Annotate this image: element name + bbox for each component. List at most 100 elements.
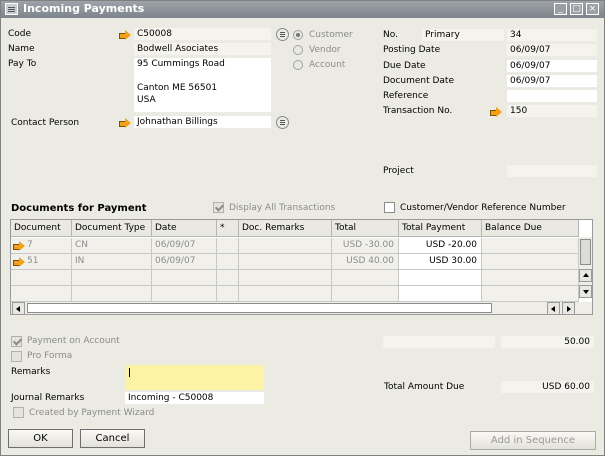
- window-title: Incoming Payments: [23, 2, 145, 15]
- pay-to-line-2: [137, 70, 271, 82]
- title-bar[interactable]: Incoming Payments _ □ ×: [1, 1, 604, 18]
- incoming-payments-window: Incoming Payments _ □ × Code C50008 Name…: [0, 0, 605, 456]
- row-payment-cell[interactable]: USD 30.00: [399, 254, 482, 269]
- scroll-down-icon[interactable]: [579, 285, 592, 298]
- reference-number-checkbox[interactable]: [384, 202, 395, 213]
- contact-person-label: Contact Person: [11, 118, 80, 128]
- due-date-field[interactable]: 06/09/07: [507, 60, 597, 72]
- col-star[interactable]: *: [217, 220, 239, 237]
- row-type-cell: CN: [72, 238, 152, 253]
- documents-section-title: Documents for Payment: [11, 203, 147, 214]
- posting-date-field[interactable]: 06/09/07: [507, 44, 597, 56]
- contact-choose-list-icon[interactable]: [276, 116, 289, 129]
- col-document[interactable]: Document: [11, 220, 72, 237]
- transaction-link-arrow-icon[interactable]: [490, 107, 502, 117]
- customer-radio[interactable]: [293, 30, 303, 40]
- documents-table: Document Document Type Date * Doc. Remar…: [10, 219, 593, 315]
- row-star-cell: [217, 238, 239, 253]
- row-link-arrow-icon[interactable]: [13, 241, 25, 251]
- document-date-label: Document Date: [383, 76, 454, 86]
- payment-on-account-amount[interactable]: 50.00: [501, 336, 594, 348]
- minimize-button[interactable]: _: [554, 3, 567, 15]
- table-row-empty[interactable]: [11, 270, 579, 286]
- row-total-cell: USD -30.00: [332, 238, 399, 253]
- pay-to-line-4: USA: [137, 95, 156, 105]
- scroll-right-icon[interactable]: [562, 302, 575, 314]
- col-date[interactable]: Date: [152, 220, 217, 237]
- vertical-scroll-thumb[interactable]: [580, 239, 591, 265]
- row-type-cell: IN: [72, 254, 152, 269]
- transaction-no-field[interactable]: 150: [507, 105, 597, 117]
- journal-remarks-field[interactable]: Incoming - C50008: [125, 392, 264, 404]
- cancel-button[interactable]: Cancel: [80, 429, 145, 448]
- payment-wizard-label: Created by Payment Wizard: [29, 408, 155, 418]
- scroll-left-icon[interactable]: [12, 302, 25, 314]
- payment-on-account-label: Payment on Account: [27, 336, 120, 346]
- doc-number-field[interactable]: 34: [507, 29, 597, 41]
- contact-link-arrow-icon[interactable]: [119, 118, 131, 128]
- row-balance-cell: [482, 238, 579, 253]
- col-total-payment[interactable]: Total Payment: [399, 220, 482, 237]
- table-row-empty[interactable]: [11, 286, 579, 302]
- project-field[interactable]: [507, 165, 597, 177]
- col-document-type[interactable]: Document Type: [72, 220, 152, 237]
- transaction-no-label: Transaction No.: [383, 106, 453, 116]
- row-date-cell: 06/09/07: [152, 254, 217, 269]
- row-total-cell: USD 40.00: [332, 254, 399, 269]
- pay-to-line-3: Canton ME 56501: [137, 83, 218, 93]
- series-select[interactable]: Primary: [422, 29, 504, 41]
- close-button[interactable]: ×: [586, 3, 599, 15]
- payment-wizard-checkbox[interactable]: [13, 407, 24, 418]
- vendor-radio[interactable]: [293, 45, 303, 55]
- table-vertical-scrollbar[interactable]: [579, 237, 592, 298]
- code-choose-list-icon[interactable]: [276, 28, 289, 41]
- table-horizontal-scrollbar[interactable]: [11, 302, 592, 314]
- add-in-sequence-button[interactable]: Add in Sequence: [470, 431, 596, 450]
- col-balance-due[interactable]: Balance Due: [482, 220, 579, 237]
- customer-radio-label: Customer: [309, 30, 353, 40]
- col-doc-remarks[interactable]: Doc. Remarks: [239, 220, 332, 237]
- row-balance-cell: [482, 254, 579, 269]
- pro-forma-checkbox[interactable]: [11, 351, 22, 362]
- restore-button[interactable]: □: [570, 3, 583, 15]
- table-row[interactable]: 51 IN 06/09/07 USD 40.00 USD 30.00: [11, 254, 579, 270]
- journal-remarks-label: Journal Remarks: [11, 393, 85, 403]
- display-all-checkbox[interactable]: [213, 202, 224, 213]
- reference-label: Reference: [383, 91, 429, 101]
- pay-to-field[interactable]: 95 Cummings Road Canton ME 56501 USA: [134, 58, 271, 112]
- table-header: Document Document Type Date * Doc. Remar…: [11, 220, 579, 237]
- project-label: Project: [383, 166, 414, 176]
- code-label: Code: [8, 29, 32, 39]
- account-radio[interactable]: [293, 60, 303, 70]
- pay-to-label: Pay To: [8, 59, 37, 69]
- name-label: Name: [8, 44, 35, 54]
- total-amount-due-field: USD 60.00: [501, 381, 594, 393]
- reference-field[interactable]: [507, 90, 597, 102]
- scroll-left-end-icon[interactable]: [547, 302, 560, 314]
- account-radio-label: Account: [309, 60, 346, 70]
- row-date-cell: 06/09/07: [152, 238, 217, 253]
- row-payment-cell[interactable]: USD -20.00: [399, 238, 482, 253]
- window-menu-icon[interactable]: [5, 3, 18, 15]
- payment-on-account-checkbox[interactable]: [11, 336, 22, 347]
- row-star-cell: [217, 254, 239, 269]
- contact-person-field[interactable]: Johnathan Billings: [134, 116, 271, 128]
- document-date-field[interactable]: 06/09/07: [507, 75, 597, 87]
- vendor-radio-label: Vendor: [309, 45, 341, 55]
- name-field[interactable]: Bodwell Asociates: [134, 43, 271, 55]
- horizontal-scroll-thumb[interactable]: [27, 303, 492, 313]
- col-total[interactable]: Total: [332, 220, 399, 237]
- row-remarks-cell: [239, 238, 332, 253]
- remarks-label: Remarks: [11, 367, 51, 377]
- ok-button[interactable]: OK: [8, 429, 73, 448]
- payment-on-account-field[interactable]: [383, 336, 495, 348]
- remarks-field[interactable]: [125, 365, 264, 390]
- table-row[interactable]: 7 CN 06/09/07 USD -30.00 USD -20.00: [11, 238, 579, 254]
- code-field[interactable]: C50008: [134, 28, 271, 40]
- code-link-arrow-icon[interactable]: [119, 30, 131, 40]
- due-date-label: Due Date: [383, 61, 426, 71]
- row-link-arrow-icon[interactable]: [13, 257, 25, 267]
- display-all-label: Display All Transactions: [229, 203, 336, 213]
- pay-to-line-1: 95 Cummings Road: [137, 59, 225, 69]
- scroll-up-icon[interactable]: [579, 269, 592, 282]
